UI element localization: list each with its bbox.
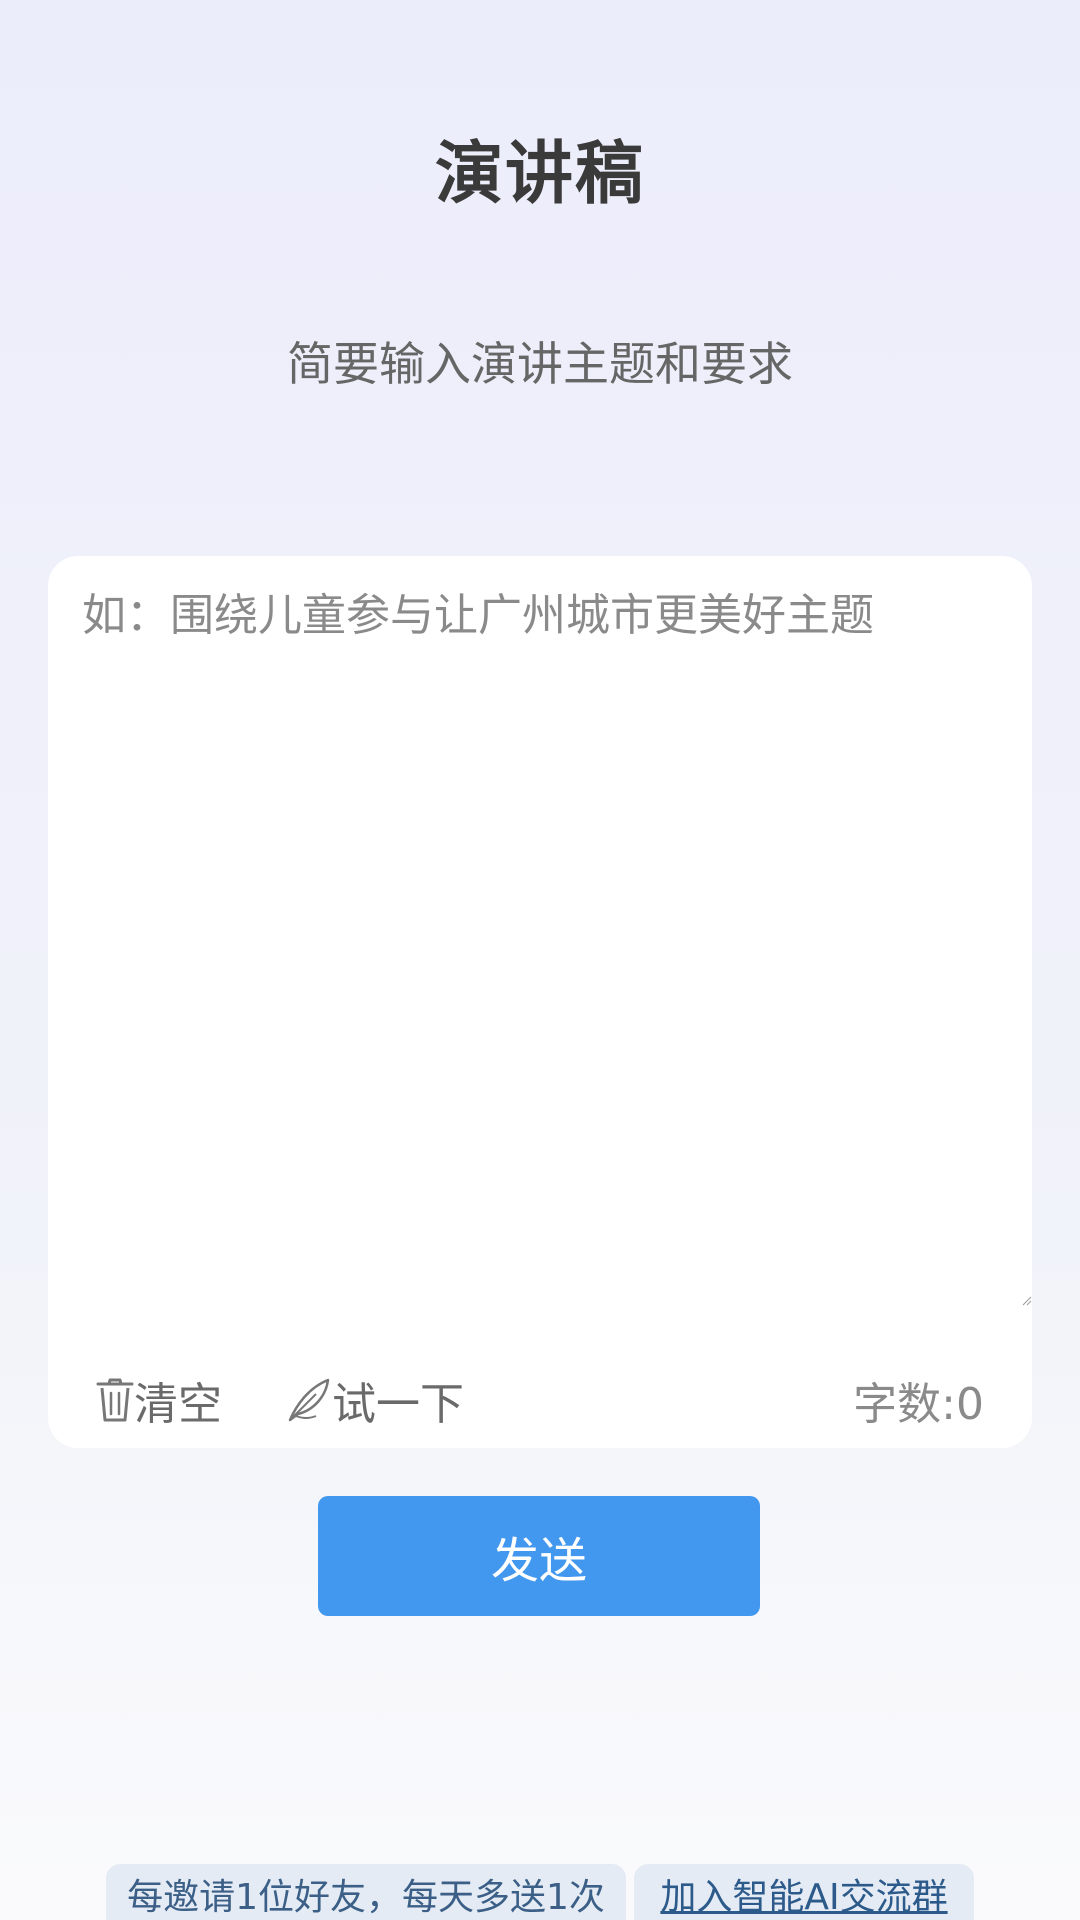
clear-button[interactable]: 清空 xyxy=(96,1368,222,1432)
invite-banner: 每邀请1位好友，每天多送1次 xyxy=(106,1864,626,1920)
input-card: 清空 试一下 字数:0 xyxy=(48,556,1032,1448)
join-group-link[interactable]: 加入智能AI交流群 xyxy=(634,1864,974,1920)
trash-icon xyxy=(96,1377,134,1423)
try-button[interactable]: 试一下 xyxy=(286,1368,464,1432)
word-count: 字数:0 xyxy=(853,1379,984,1430)
topic-input[interactable] xyxy=(82,586,1002,1286)
send-button[interactable]: 发送 xyxy=(318,1496,760,1616)
quill-icon xyxy=(286,1376,332,1424)
bottom-bar: 每邀请1位好友，每天多送1次 加入智能AI交流群 xyxy=(106,1864,974,1920)
page-subtitle: 简要输入演讲主题和要求 xyxy=(287,337,793,391)
page-title: 演讲稿 xyxy=(434,135,645,214)
resize-handle-icon[interactable] xyxy=(1022,1296,1032,1306)
try-label: 试一下 xyxy=(332,1379,464,1430)
clear-label: 清空 xyxy=(134,1379,222,1430)
